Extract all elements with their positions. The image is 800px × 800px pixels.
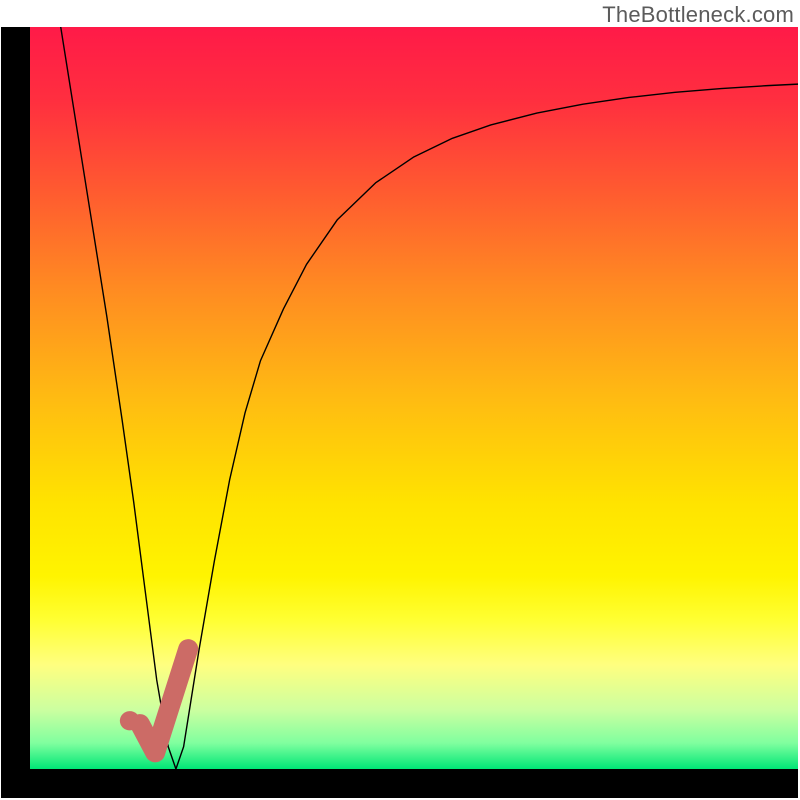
plot-outer-black-border [1,27,798,798]
chart-frame: TheBottleneck.com [0,0,800,800]
plot-area [30,27,798,769]
optimal-checkmark [30,27,798,769]
watermark-text: TheBottleneck.com [602,2,794,28]
